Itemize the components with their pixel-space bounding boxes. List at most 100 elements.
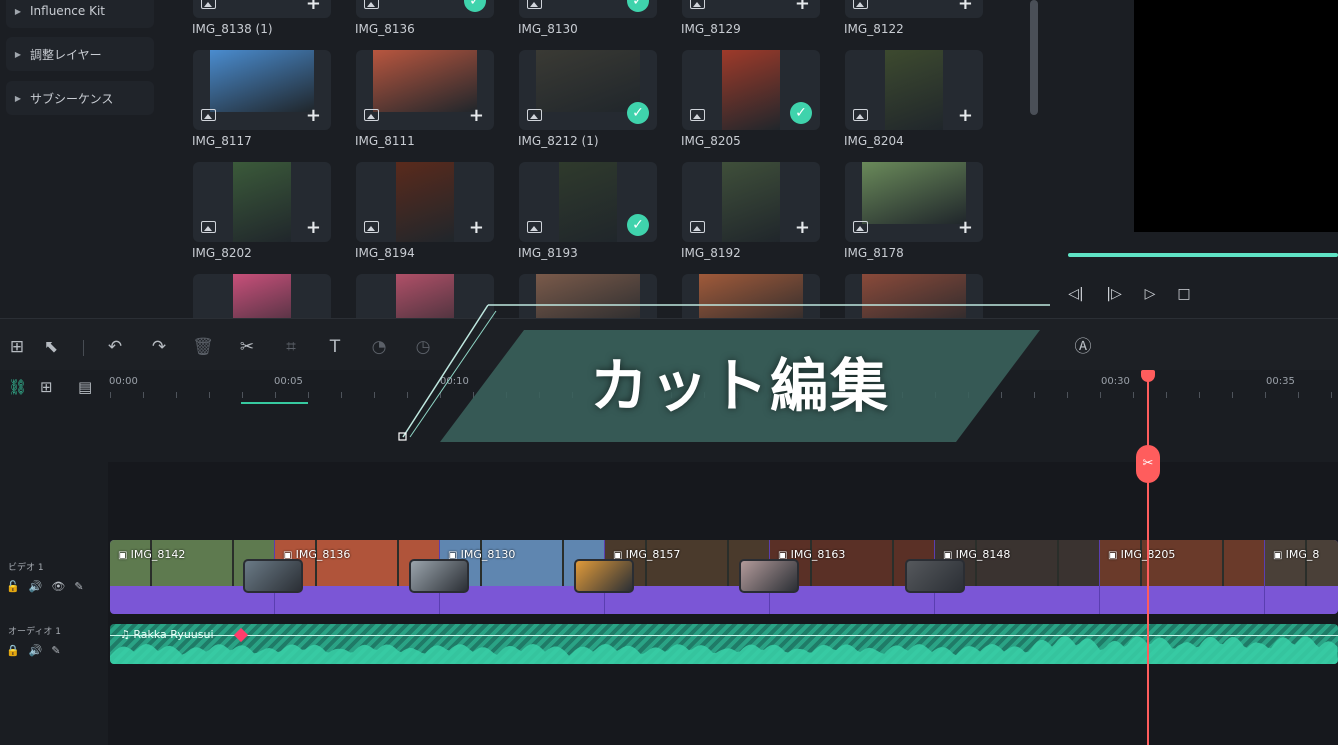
media-tile[interactable]: ✓: [356, 0, 494, 18]
media-thumbnail: [233, 162, 291, 242]
video-track-controls[interactable]: 🔓🔊👁✎: [6, 580, 93, 593]
ruler-tick: [407, 392, 408, 398]
media-thumbnail: [699, 274, 803, 318]
media-tile-label: IMG_8117: [192, 134, 252, 148]
link-icon[interactable]: ⛓: [8, 378, 27, 396]
added-check-icon[interactable]: ✓: [627, 102, 649, 124]
track-add-icon[interactable]: ⊞: [40, 378, 53, 396]
audio-waveform: [110, 636, 1338, 664]
ruler-tick: [1199, 392, 1200, 398]
added-check-icon[interactable]: ✓: [627, 0, 649, 12]
playhead[interactable]: [1147, 378, 1149, 745]
media-thumbnail: [885, 50, 943, 130]
media-tile[interactable]: [682, 274, 820, 318]
add-to-timeline-icon[interactable]: +: [306, 107, 321, 125]
ruler-tick: [869, 392, 870, 398]
category-influence-kit[interactable]: ▶ Influence Kit: [6, 0, 154, 28]
cut-icon[interactable]: ✂: [236, 337, 258, 357]
added-check-icon[interactable]: ✓: [627, 214, 649, 236]
add-to-timeline-icon[interactable]: +: [306, 0, 321, 13]
category-adjustment-layer[interactable]: ▶ 調整レイヤー: [6, 37, 154, 71]
ruler-tick: [1331, 392, 1332, 398]
media-tile[interactable]: +: [682, 0, 820, 18]
timeline-tracks: ビデオ 1 🔓🔊👁✎ オーディオ 1 🔒🔊✎ IMG_8142IMG_8136I…: [0, 462, 1338, 745]
image-type-icon: [364, 221, 379, 233]
media-tile[interactable]: ✓: [519, 0, 657, 18]
media-tile[interactable]: [193, 274, 331, 318]
image-type-icon: [690, 0, 705, 9]
media-tile[interactable]: [356, 274, 494, 318]
media-tile-label: IMG_8122: [844, 22, 904, 36]
media-thumbnail: [862, 274, 966, 318]
stop-button[interactable]: □: [1174, 284, 1194, 304]
video-clip[interactable]: IMG_8: [1265, 540, 1338, 614]
image-type-icon: [201, 221, 216, 233]
category-subsequence[interactable]: ▶ サブシーケンス: [6, 81, 154, 115]
added-check-icon[interactable]: ✓: [464, 0, 486, 12]
add-to-timeline-icon[interactable]: +: [469, 107, 484, 125]
media-tile[interactable]: +: [193, 162, 331, 242]
media-tile[interactable]: ✓: [519, 50, 657, 130]
transition-effect[interactable]: [905, 559, 965, 593]
transition-effect[interactable]: [739, 559, 799, 593]
media-tile[interactable]: +: [845, 50, 983, 130]
prev-frame-button[interactable]: ◁|: [1066, 284, 1086, 304]
media-tile[interactable]: [519, 274, 657, 318]
preview-progress-bar[interactable]: [1068, 253, 1338, 257]
timeline-ruler[interactable]: ⛓ ⊞ ▤ 00:00 00:05 00:10 00:30 00:35: [0, 370, 1338, 462]
add-to-timeline-icon[interactable]: +: [469, 219, 484, 237]
media-tile-label: IMG_8193: [518, 246, 578, 260]
add-to-timeline-icon[interactable]: +: [795, 219, 810, 237]
transition-effect[interactable]: [243, 559, 303, 593]
ruler-tick: [1133, 392, 1134, 398]
next-frame-button[interactable]: |▷: [1104, 284, 1124, 304]
added-check-icon[interactable]: ✓: [790, 102, 812, 124]
ruler-tick: [1067, 392, 1068, 398]
select-tool-icon[interactable]: ⬉: [40, 337, 62, 357]
media-tile-label: IMG_8202: [192, 246, 252, 260]
ruler-tick: [1100, 392, 1101, 398]
media-tile[interactable]: [845, 274, 983, 318]
crop-icon[interactable]: ⌗: [280, 337, 302, 357]
speed-icon[interactable]: ◔: [368, 337, 390, 357]
media-tile[interactable]: ✓: [519, 162, 657, 242]
delete-icon[interactable]: 🗑: [192, 337, 214, 357]
play-button[interactable]: ▷: [1140, 284, 1160, 304]
transition-effect[interactable]: [409, 559, 469, 593]
ruler-tick: [506, 392, 507, 398]
video-clip[interactable]: IMG_8205: [1100, 540, 1265, 614]
add-to-timeline-icon[interactable]: +: [958, 0, 973, 13]
media-tile[interactable]: +: [682, 162, 820, 242]
image-type-icon: [527, 221, 542, 233]
media-tile[interactable]: +: [356, 50, 494, 130]
add-to-timeline-icon[interactable]: +: [306, 219, 321, 237]
media-scrollbar[interactable]: [1030, 0, 1038, 115]
redo-icon[interactable]: ↷: [148, 337, 170, 357]
add-to-timeline-icon[interactable]: +: [958, 219, 973, 237]
media-tile[interactable]: +: [845, 0, 983, 18]
media-tile[interactable]: +: [193, 0, 331, 18]
track-layout-icon[interactable]: ▤: [78, 378, 92, 396]
add-to-timeline-icon[interactable]: +: [958, 107, 973, 125]
transition-effect[interactable]: [574, 559, 634, 593]
media-tile[interactable]: +: [193, 50, 331, 130]
media-tile[interactable]: ✓: [682, 50, 820, 130]
ruler-tick: [374, 392, 375, 398]
clip-name: IMG_8: [1273, 548, 1320, 561]
media-tile[interactable]: +: [356, 162, 494, 242]
layout-grid-icon[interactable]: ⊞: [6, 337, 28, 357]
timer-icon[interactable]: ◷: [412, 337, 434, 357]
category-label: サブシーケンス: [30, 91, 114, 106]
split-scissors-icon[interactable]: ✂: [1136, 445, 1160, 483]
add-to-timeline-icon[interactable]: +: [795, 0, 810, 13]
audio-clip[interactable]: Rakka Ryuusui: [110, 624, 1338, 664]
text-icon[interactable]: T: [324, 337, 346, 357]
audio-track-controls[interactable]: 🔒🔊✎: [6, 644, 70, 657]
media-tile[interactable]: +: [845, 162, 983, 242]
translate-icon[interactable]: Ⓐ: [1072, 337, 1094, 357]
clip-filmstrip: [1100, 540, 1264, 586]
chevron-right-icon: ▶: [14, 49, 22, 59]
undo-icon[interactable]: ↶: [104, 337, 126, 357]
category-label: Influence Kit: [30, 4, 105, 18]
image-type-icon: [364, 109, 379, 121]
